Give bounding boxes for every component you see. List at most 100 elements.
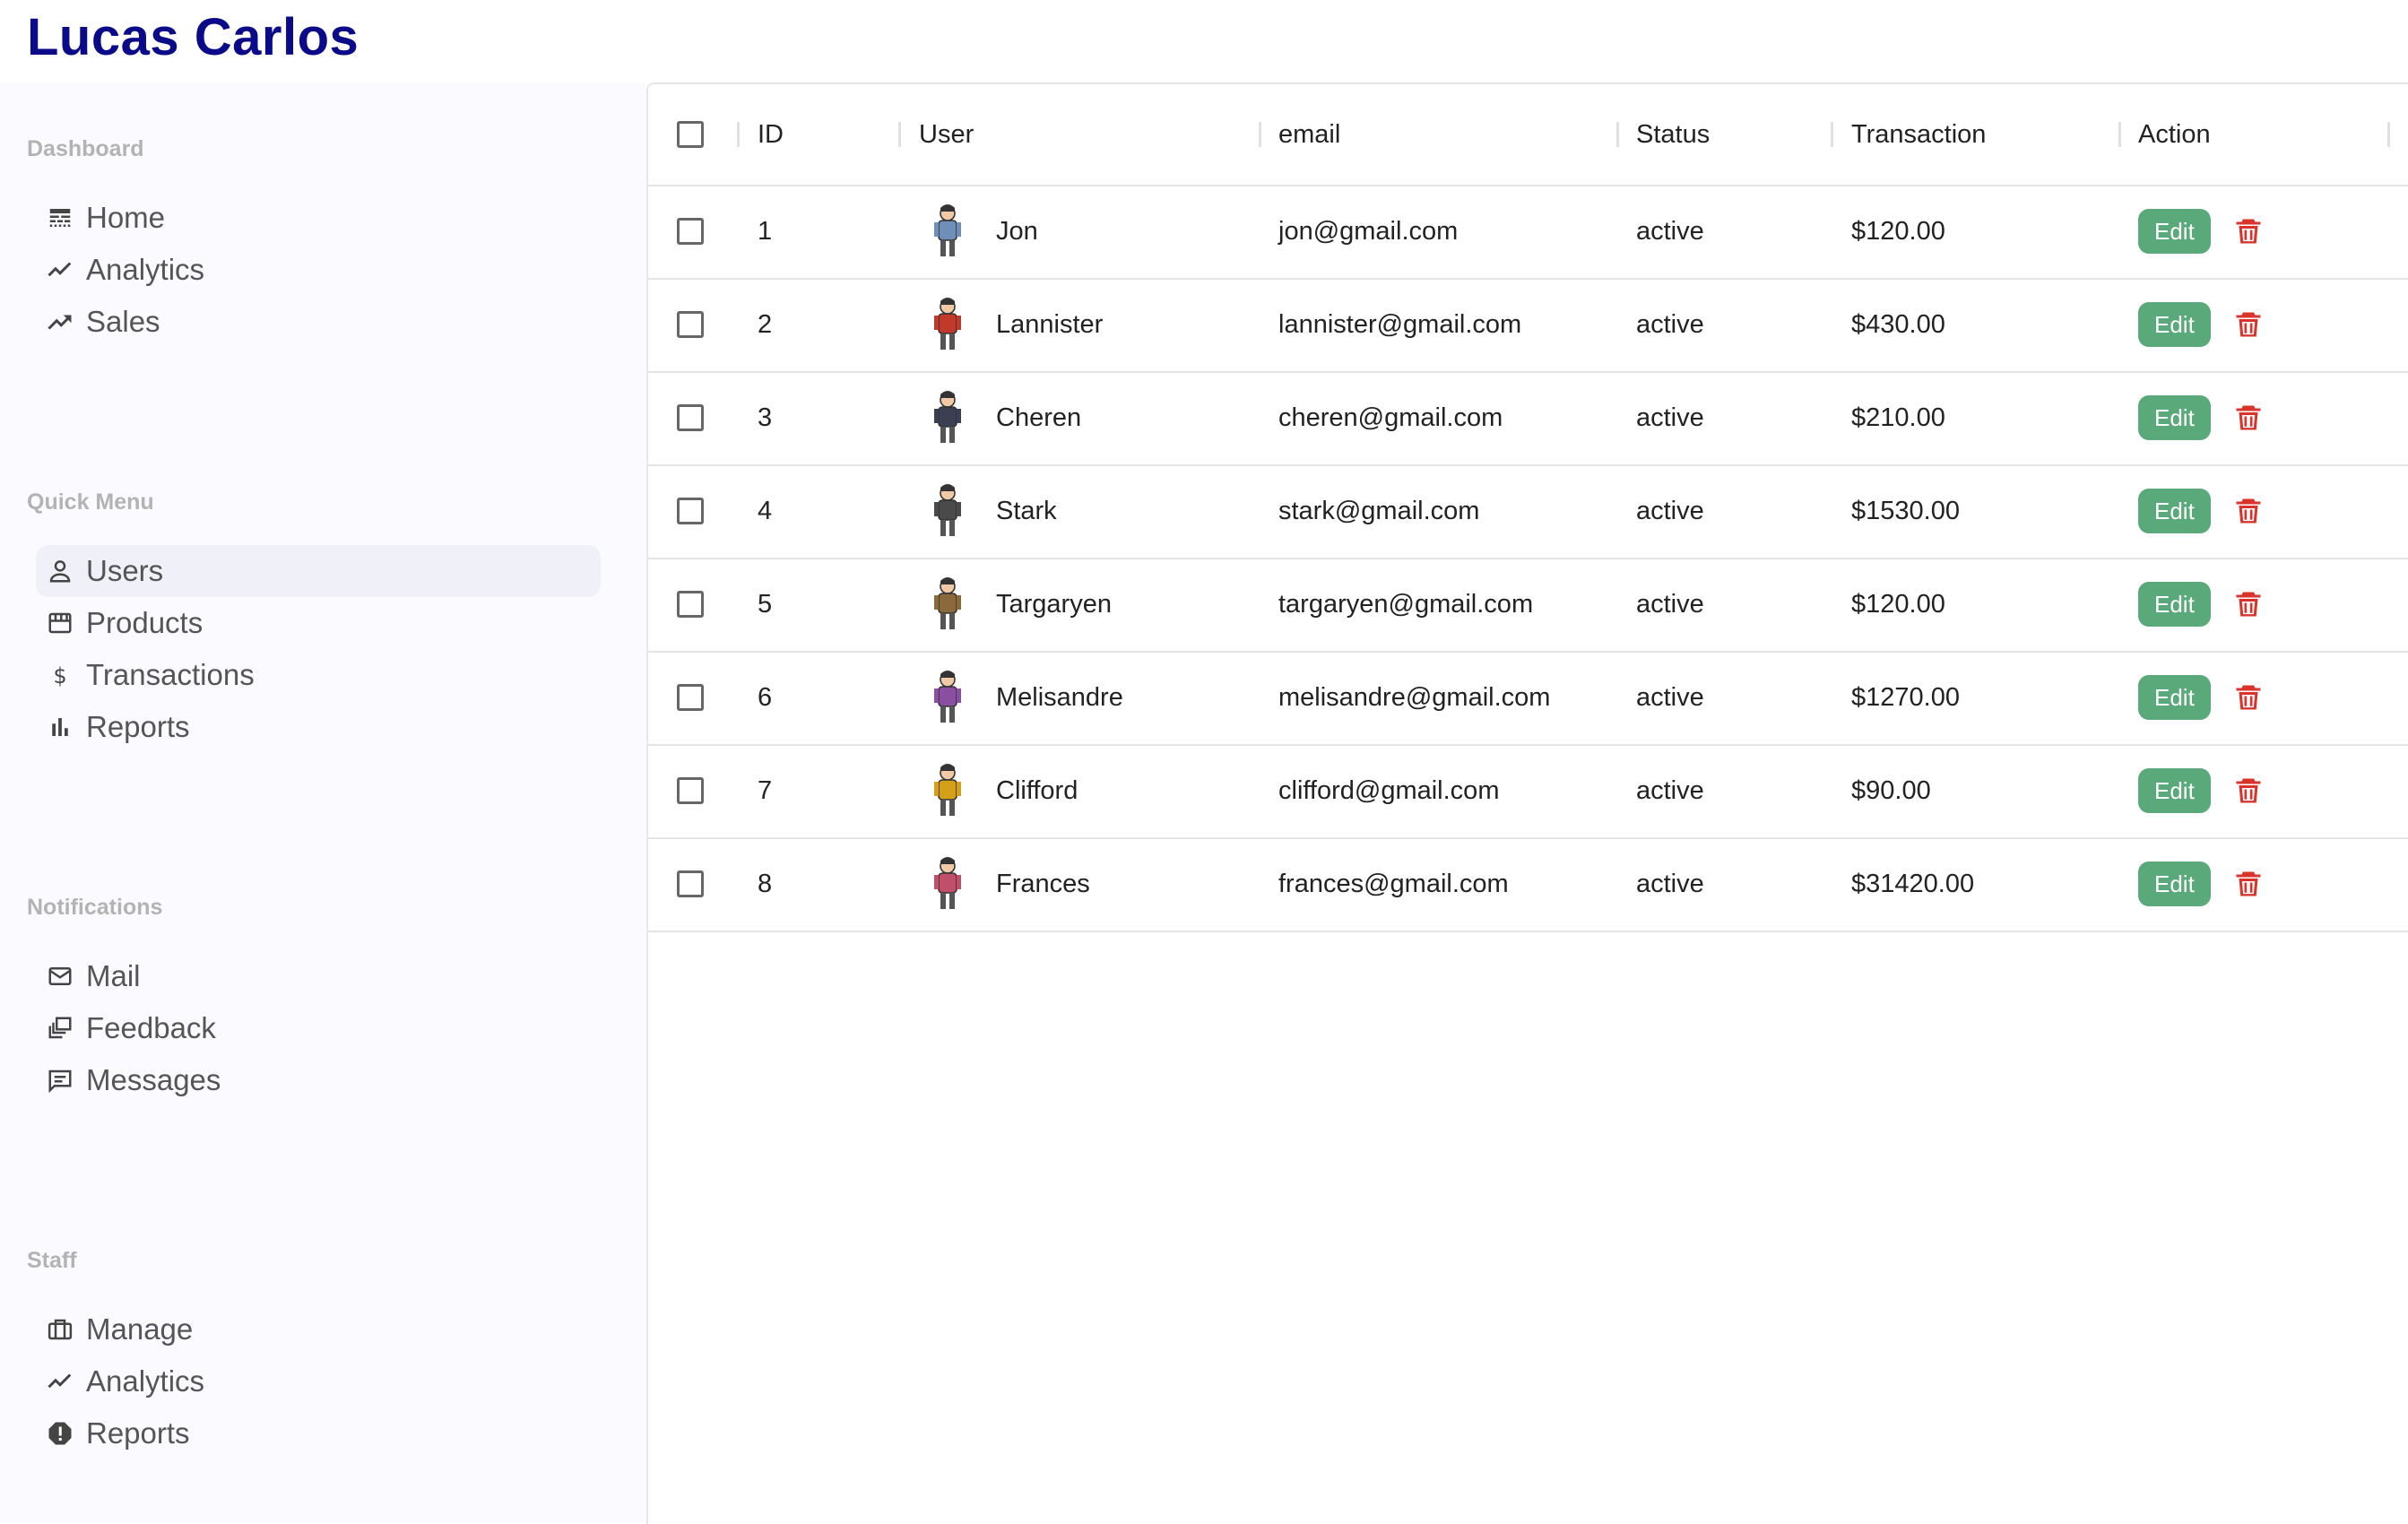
row-checkbox[interactable] <box>677 777 704 804</box>
row-select-cell <box>677 278 704 371</box>
svg-text:$: $ <box>53 663 66 688</box>
column-separator[interactable] <box>898 122 901 147</box>
table-row[interactable]: 7 Clifford clifford@gmail.com active $90.00 E… <box>648 744 2408 839</box>
table-row[interactable]: 4 Stark stark@gmail.com active $1530.00 Edit <box>648 464 2408 559</box>
delete-icon[interactable] <box>2232 586 2265 622</box>
avatar <box>926 482 969 540</box>
cell-email: melisandre@gmail.com <box>1278 682 1551 712</box>
column-separator[interactable] <box>2118 122 2121 147</box>
sidebar-item-mail[interactable]: Mail <box>36 950 601 1002</box>
sidebar-item-manage[interactable]: Manage <box>36 1303 601 1355</box>
column-header-action[interactable]: Action <box>2138 84 2211 185</box>
column-header-email[interactable]: email <box>1278 84 1340 185</box>
edit-button[interactable]: Edit <box>2138 209 2211 254</box>
table-row[interactable]: 8 Frances frances@gmail.com active $31420.00… <box>648 837 2408 932</box>
sidebar-item-label: Transactions <box>86 658 255 691</box>
row-checkbox[interactable] <box>677 218 704 245</box>
sidebar-item-messages[interactable]: Messages <box>36 1054 601 1106</box>
user-name: Frances <box>996 869 1090 898</box>
column-header-transaction[interactable]: Transaction <box>1851 84 1986 185</box>
sidebar-item-products[interactable]: Products <box>36 597 601 649</box>
column-separator[interactable] <box>2387 122 2390 147</box>
briefcase-icon <box>45 1314 75 1345</box>
cell-action: Edit <box>2138 371 2265 464</box>
trending-line-icon <box>45 255 75 285</box>
edit-button[interactable]: Edit <box>2138 302 2211 347</box>
table-row[interactable]: 1 Jon jon@gmail.com active $120.00 Edit <box>648 185 2408 280</box>
report-octagon-icon <box>45 1418 75 1449</box>
cell-email: jon@gmail.com <box>1278 216 1459 246</box>
row-checkbox[interactable] <box>677 870 704 897</box>
delete-icon[interactable] <box>2232 493 2265 529</box>
column-separator[interactable] <box>1259 122 1261 147</box>
delete-icon[interactable] <box>2232 866 2265 902</box>
row-checkbox[interactable] <box>677 498 704 524</box>
cell-transaction: $120.00 <box>1851 216 1945 246</box>
column-header-status[interactable]: Status <box>1636 84 1710 185</box>
delete-icon[interactable] <box>2232 400 2265 436</box>
user-name: Clifford <box>996 775 1078 805</box>
sidebar-item-label: Analytics <box>86 253 205 286</box>
delete-icon[interactable] <box>2232 773 2265 809</box>
sidebar-item-home[interactable]: Home <box>36 192 601 244</box>
delete-icon[interactable] <box>2232 307 2265 342</box>
sidebar-item-reports[interactable]: Reports <box>36 1407 601 1459</box>
row-checkbox[interactable] <box>677 684 704 711</box>
edit-button[interactable]: Edit <box>2138 489 2211 533</box>
sidebar-item-sales[interactable]: Sales <box>36 296 601 348</box>
select-all-checkbox[interactable] <box>677 121 704 148</box>
sidebar-item-feedback[interactable]: Feedback <box>36 1002 601 1054</box>
cell-email: stark@gmail.com <box>1278 496 1480 525</box>
column-separator[interactable] <box>1616 122 1619 147</box>
sidebar-item-transactions[interactable]: $ Transactions <box>36 649 601 701</box>
table-row[interactable]: 3 Cheren cheren@gmail.com active $210.00 Edit <box>648 371 2408 466</box>
dynamic-feed-icon <box>45 1013 75 1043</box>
cell-transaction: $1270.00 <box>1851 682 1960 712</box>
cell-action: Edit <box>2138 837 2265 931</box>
sidebar-item-label: Feedback <box>86 1011 216 1044</box>
edit-button[interactable]: Edit <box>2138 675 2211 720</box>
column-header-user[interactable]: User <box>919 84 974 185</box>
edit-button[interactable]: Edit <box>2138 862 2211 906</box>
row-checkbox[interactable] <box>677 311 704 338</box>
mail-outline-icon <box>45 961 75 991</box>
sidebar-item-label: Products <box>86 606 204 639</box>
cell-email: frances@gmail.com <box>1278 869 1509 898</box>
cell-action: Edit <box>2138 558 2265 651</box>
edit-button[interactable]: Edit <box>2138 395 2211 440</box>
bar-chart-icon <box>45 712 75 742</box>
trending-line-icon <box>45 1366 75 1397</box>
column-separator[interactable] <box>1831 122 1833 147</box>
table-row[interactable]: 5 Targaryen targaryen@gmail.com active $120.… <box>648 558 2408 653</box>
top-bar: Lucas Carlos <box>0 0 2408 82</box>
sidebar-item-analytics[interactable]: Analytics <box>36 244 601 296</box>
delete-icon[interactable] <box>2232 680 2265 715</box>
cell-status: active <box>1636 589 1704 619</box>
edit-button[interactable]: Edit <box>2138 768 2211 813</box>
line-style-icon <box>45 203 75 233</box>
row-checkbox[interactable] <box>677 591 704 618</box>
sidebar-item-reports[interactable]: Reports <box>36 701 601 753</box>
cell-transaction: $120.00 <box>1851 589 1945 619</box>
table-row[interactable]: 2 Lannister lannister@gmail.com active $430.… <box>648 278 2408 373</box>
cell-action: Edit <box>2138 464 2265 558</box>
column-header-id[interactable]: ID <box>758 84 784 185</box>
row-checkbox[interactable] <box>677 404 704 431</box>
cell-status: active <box>1636 496 1704 525</box>
sidebar-item-users[interactable]: Users <box>36 545 601 597</box>
app-title[interactable]: Lucas Carlos <box>27 7 359 67</box>
cell-id: 3 <box>758 403 773 432</box>
user-name: Targaryen <box>996 589 1112 619</box>
column-separator[interactable] <box>737 122 740 147</box>
cell-user: Targaryen <box>926 558 1112 651</box>
row-select-cell <box>677 837 704 931</box>
table-row[interactable]: 6 Melisandre melisandre@gmail.com active $12… <box>648 651 2408 746</box>
cell-action: Edit <box>2138 278 2265 371</box>
sidebar-item-analytics[interactable]: Analytics <box>36 1355 601 1407</box>
edit-button[interactable]: Edit <box>2138 582 2211 627</box>
cell-action: Edit <box>2138 651 2265 744</box>
sidebar-item-label: Messages <box>86 1063 221 1096</box>
cell-status: active <box>1636 682 1704 712</box>
cell-user: Clifford <box>926 744 1078 837</box>
delete-icon[interactable] <box>2232 213 2265 249</box>
